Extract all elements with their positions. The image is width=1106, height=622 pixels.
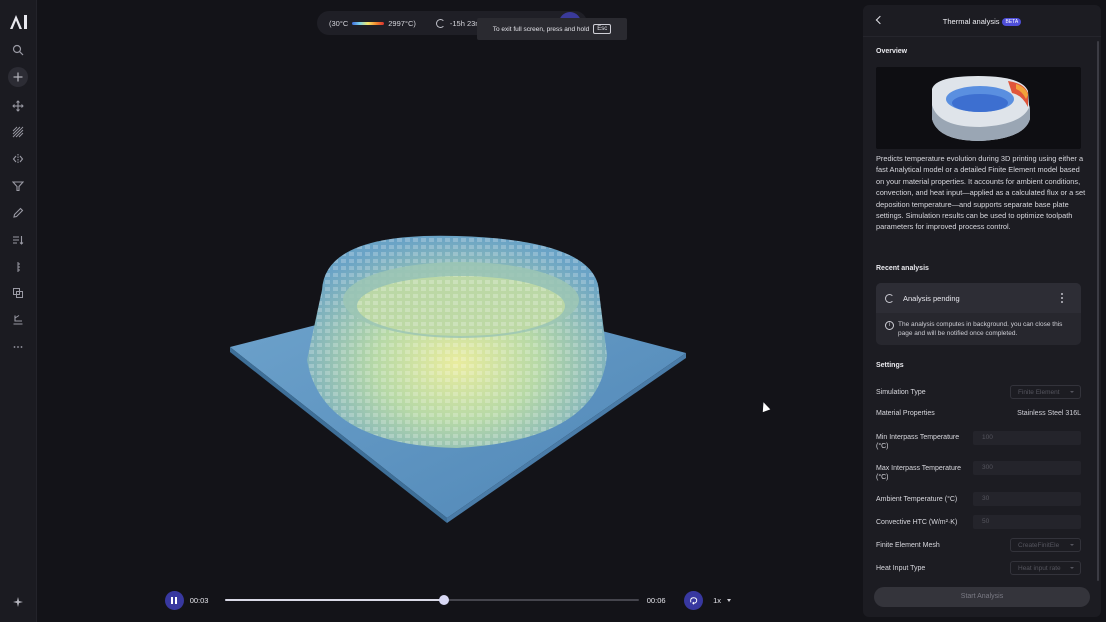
pause-icon: [171, 596, 174, 604]
pause-button[interactable]: [165, 590, 184, 610]
kebab-menu-icon[interactable]: [1061, 293, 1063, 303]
mesh-row: Finite Element Mesh CreateFinitEle: [876, 538, 1084, 554]
ambient-row: Ambient Temperature (°C) 30: [876, 492, 1084, 508]
min-interpass-row: Min Interpass Temperature (°C) 100: [876, 431, 1084, 450]
pencil-icon: [13, 207, 24, 218]
temp-min-label: (30°C: [329, 18, 349, 28]
material-row: Material Properties Stainless Steel 316L: [876, 409, 1084, 425]
hatch-icon: [12, 126, 24, 138]
more-tool[interactable]: [8, 337, 28, 357]
current-time: 00:03: [189, 595, 209, 605]
move-tool[interactable]: [8, 96, 28, 116]
analysis-note-row: i The analysis computes in background. y…: [876, 313, 1081, 345]
thermal-model-render: [230, 235, 686, 523]
loop-icon: [690, 596, 698, 605]
chevron-down-icon[interactable]: [726, 598, 731, 602]
temperature-gradient-bar: [352, 21, 385, 25]
max-interpass-row: Max Interpass Temperature (°C) 300: [876, 461, 1084, 481]
ai-assistant-tool[interactable]: [8, 592, 28, 612]
min-interpass-input[interactable]: 100: [973, 431, 1081, 445]
ambient-input[interactable]: 30: [973, 492, 1081, 506]
logo-icon: [10, 15, 27, 29]
thermal-analysis-panel: Thermal analysis BETA Overview Predicts t…: [863, 5, 1101, 617]
playback-progress: [225, 599, 445, 601]
left-toolbar: [0, 0, 37, 622]
overview-thumbnail: [876, 67, 1081, 149]
temp-max-label: 2997°C): [388, 18, 416, 28]
beta-badge: BETA: [1002, 18, 1022, 26]
panel-scrollbar[interactable]: [1097, 41, 1099, 581]
filter-icon: [12, 181, 24, 192]
sparkle-icon: [13, 597, 23, 607]
heat-input-label: Heat Input Type: [876, 565, 926, 572]
panel-title: Thermal analysis BETA: [863, 17, 1101, 26]
stamp-tool[interactable]: [8, 310, 28, 330]
more-icon: [13, 346, 23, 348]
max-interpass-label: Max Interpass Temperature (°C): [876, 465, 962, 481]
mirror-icon: [12, 154, 24, 164]
loop-button[interactable]: [684, 590, 704, 610]
scrubber-handle[interactable]: [439, 595, 450, 605]
overview-heading: Overview: [876, 48, 908, 55]
sort-icon: [13, 236, 24, 245]
search-icon: [12, 44, 24, 56]
filter-tool[interactable]: [8, 176, 28, 196]
max-interpass-input[interactable]: 300: [973, 461, 1081, 475]
ruler-icon: [17, 262, 20, 272]
end-time: 00:06: [646, 595, 666, 605]
overview-description: Predicts temperature evolution during 3D…: [876, 154, 1086, 232]
add-tool[interactable]: [8, 67, 28, 87]
ambient-label: Ambient Temperature (°C): [876, 496, 958, 503]
playback-bar: 00:03 00:06 1x: [165, 589, 731, 611]
start-analysis-button[interactable]: Start Analysis: [874, 587, 1090, 607]
htc-input[interactable]: 50: [973, 515, 1081, 529]
pencil-tool[interactable]: [8, 203, 28, 223]
layers-tool[interactable]: [8, 283, 28, 303]
ruler-tool[interactable]: [8, 257, 28, 277]
recent-analysis-card[interactable]: Analysis pending i The analysis computes…: [876, 283, 1081, 345]
speed-select[interactable]: 1x: [713, 596, 721, 605]
panel-title-text: Thermal analysis: [942, 17, 1000, 26]
settings-heading: Settings: [876, 362, 904, 369]
mesh-select[interactable]: CreateFinitEle: [1010, 538, 1081, 552]
mesh-label: Finite Element Mesh: [876, 542, 940, 549]
fullscreen-toast: To exit full screen, press and hold Esc: [477, 18, 627, 40]
heat-input-select[interactable]: Heat input rate: [1010, 561, 1081, 575]
recent-analysis-heading: Recent analysis: [876, 265, 929, 272]
esc-key-badge: Esc: [593, 24, 612, 34]
analysis-status-row: Analysis pending: [876, 283, 1081, 313]
simulation-type-label: Simulation Type: [876, 389, 926, 396]
material-value[interactable]: Stainless Steel 316L: [1017, 410, 1081, 417]
pending-spinner-icon: [885, 293, 894, 303]
htc-row: Convective HTC (W/m²·K) 50: [876, 515, 1084, 531]
playback-scrubber[interactable]: [225, 595, 639, 605]
stamp-icon: [13, 315, 23, 325]
simulation-type-row: Simulation Type Finite Element: [876, 385, 1084, 401]
hatch-tool[interactable]: [8, 122, 28, 142]
min-interpass-label: Min Interpass Temperature (°C): [876, 434, 960, 450]
info-icon: i: [885, 321, 894, 330]
loading-spinner-icon: [435, 18, 445, 28]
material-label: Material Properties: [876, 410, 935, 417]
htc-label: Convective HTC (W/m²·K): [876, 519, 958, 526]
ring-thumbnail-image: [932, 76, 1030, 141]
analysis-status: Analysis pending: [903, 293, 960, 303]
simulation-type-select[interactable]: Finite Element: [1010, 385, 1081, 399]
heat-input-row: Heat Input Type Heat input rate: [876, 561, 1084, 577]
sort-tool[interactable]: [8, 230, 28, 250]
add-icon: [13, 72, 23, 82]
mirror-tool[interactable]: [8, 149, 28, 169]
panel-header: Thermal analysis BETA: [863, 5, 1101, 37]
search-tool[interactable]: [8, 40, 28, 60]
move-icon: [12, 100, 24, 112]
3d-viewport[interactable]: (30°C 2997°C) -15h 23m To exit full scre…: [37, 0, 863, 622]
layers-icon: [13, 288, 23, 298]
analysis-note: The analysis computes in background. you…: [898, 321, 1063, 337]
fullscreen-hint: To exit full screen, press and hold: [492, 25, 590, 33]
